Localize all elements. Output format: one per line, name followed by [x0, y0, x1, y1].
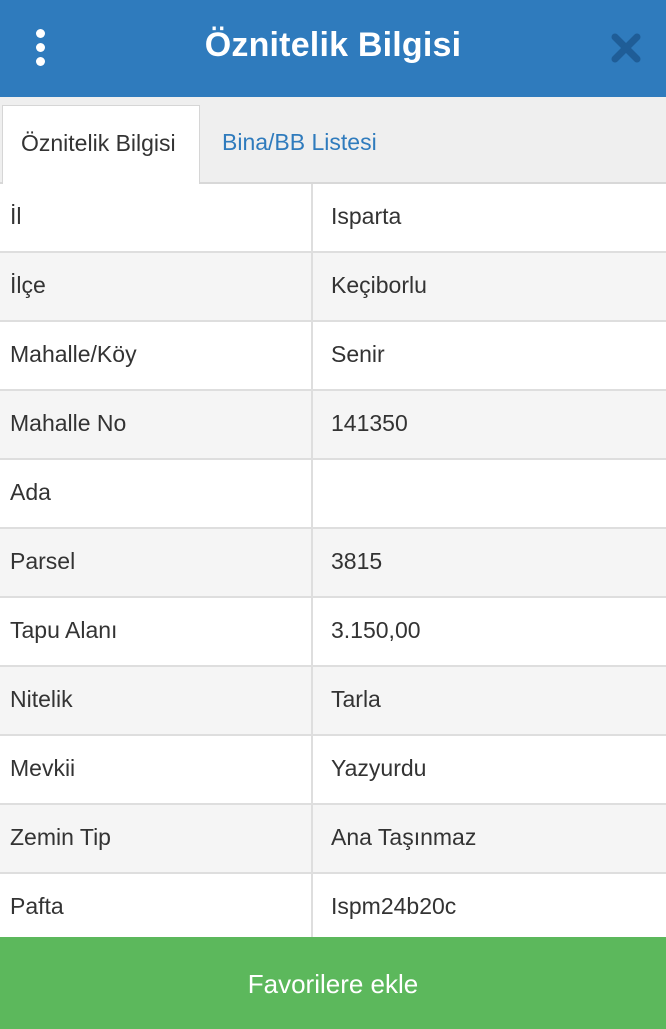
- attribute-value: Senir: [331, 341, 385, 367]
- tab-building-list[interactable]: Bina/BB Listesi: [204, 105, 395, 184]
- table-row: Tapu Alanı 3.150,00: [0, 598, 666, 667]
- attribute-value: Isparta: [331, 203, 402, 229]
- attribute-key: Nitelik: [0, 667, 313, 734]
- table-row: İl Isparta: [0, 184, 666, 253]
- table-row: Nitelik Tarla: [0, 667, 666, 736]
- attribute-table: İl Isparta İlçe Keçiborlu Mahalle/Köy Se…: [0, 184, 666, 943]
- tab-attribute-info[interactable]: Öznitelik Bilgisi: [2, 105, 200, 186]
- attribute-value: Tarla: [331, 686, 381, 712]
- attribute-value: Ispm24b20c: [331, 893, 457, 919]
- attribute-key: Ada: [0, 460, 313, 527]
- close-icon[interactable]: [608, 30, 644, 66]
- table-row: Parsel 3815: [0, 529, 666, 598]
- attribute-key: Mevkii: [0, 736, 313, 803]
- table-row: Ada: [0, 460, 666, 529]
- table-row: İlçe Keçiborlu: [0, 253, 666, 322]
- attribute-info-panel: Öznitelik Bilgisi Öznitelik Bilgisi Bina…: [0, 0, 666, 1029]
- attribute-key: Zemin Tip: [0, 805, 313, 872]
- attribute-value: Keçiborlu: [331, 272, 427, 298]
- attribute-key: İlçe: [0, 253, 313, 320]
- attribute-key: Parsel: [0, 529, 313, 596]
- table-row: Mevkii Yazyurdu: [0, 736, 666, 805]
- attribute-key: Tapu Alanı: [0, 598, 313, 665]
- attribute-key: Mahalle No: [0, 391, 313, 458]
- panel-header: Öznitelik Bilgisi: [0, 0, 666, 97]
- attribute-value: 3.150,00: [331, 617, 421, 643]
- tab-bar: Öznitelik Bilgisi Bina/BB Listesi: [0, 97, 666, 186]
- attribute-key: Pafta: [0, 874, 313, 941]
- attribute-key: İl: [0, 184, 313, 251]
- panel-title: Öznitelik Bilgisi: [204, 26, 462, 64]
- attribute-value: 141350: [331, 410, 408, 436]
- attribute-value: 3815: [331, 548, 383, 574]
- table-row: Mahalle/Köy Senir: [0, 322, 666, 391]
- table-row: Mahalle No 141350: [0, 391, 666, 460]
- attribute-key: Mahalle/Köy: [0, 322, 313, 389]
- add-to-favorites-button[interactable]: Favorilere ekle: [0, 937, 666, 1029]
- table-row: Pafta Ispm24b20c: [0, 874, 666, 943]
- attribute-value: Ana Taşınmaz: [331, 824, 477, 850]
- attribute-value: [315, 460, 331, 527]
- attribute-value: Yazyurdu: [331, 755, 427, 781]
- table-row: Zemin Tip Ana Taşınmaz: [0, 805, 666, 874]
